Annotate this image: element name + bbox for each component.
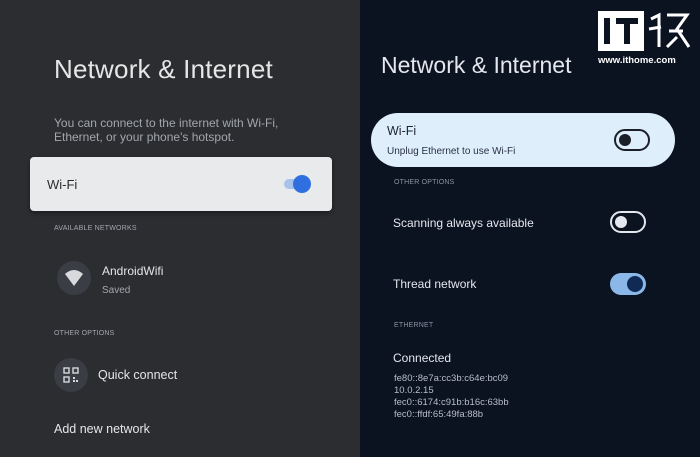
thread-network-label: Thread network — [393, 277, 477, 291]
wifi-label: Wi-Fi — [47, 177, 78, 192]
wifi-switch[interactable] — [282, 174, 314, 194]
page-title-right: Network & Internet — [381, 52, 572, 78]
thread-network-switch-thumb — [627, 276, 643, 292]
ethernet-address: fec0::6174:c91b:b16c:63bb — [394, 397, 509, 408]
ithome-logo: www.ithome.com — [598, 11, 692, 67]
other-options-header-right: OTHER OPTIONS — [394, 179, 455, 186]
qr-code-icon — [54, 358, 88, 392]
wifi-toggle-row[interactable]: Wi-Fi — [30, 157, 332, 211]
wifi-toggle-row-right[interactable]: Wi-Fi Unplug Ethernet to use Wi-Fi — [371, 113, 675, 167]
scanning-switch-thumb — [615, 216, 627, 228]
wifi-label-right: Wi-Fi — [387, 124, 417, 138]
ethernet-address: fec0::ffdf:65:49fa:88b — [394, 409, 484, 420]
scanning-switch[interactable] — [610, 211, 646, 233]
other-options-header: OTHER OPTIONS — [54, 330, 115, 337]
wifi-switch-thumb — [293, 175, 311, 193]
wifi-switch-right-thumb — [619, 134, 631, 146]
wifi-icon — [57, 261, 91, 295]
ethernet-address: fe80::8e7a:cc3b:c64e:bc09 — [394, 373, 509, 384]
left-settings-panel: Network & Internet You can connect to th… — [0, 0, 360, 457]
ethernet-status: Connected — [393, 351, 452, 365]
wifi-switch-right[interactable] — [614, 129, 650, 151]
network-name: AndroidWifi — [102, 264, 164, 278]
scanning-label: Scanning always available — [393, 216, 534, 230]
wifi-subtitle: Unplug Ethernet to use Wi-Fi — [387, 146, 516, 157]
network-status: Saved — [102, 285, 131, 296]
brand-seal-icon — [647, 11, 691, 51]
watermark-url: www.ithome.com — [598, 55, 676, 66]
right-settings-panel: Network & Internet Wi-Fi Unplug Ethernet… — [360, 0, 700, 457]
it-logo-icon — [598, 11, 644, 51]
thread-network-switch[interactable] — [610, 273, 646, 295]
ethernet-header: ETHERNET — [394, 322, 434, 329]
available-networks-header: AVAILABLE NETWORKS — [54, 225, 137, 232]
ethernet-address: 10.0.2.15 — [394, 385, 434, 396]
quick-connect-label: Quick connect — [98, 368, 178, 382]
add-new-network-button[interactable]: Add new network — [54, 422, 150, 436]
page-description: You can connect to the internet with Wi-… — [54, 116, 279, 144]
page-title: Network & Internet — [54, 54, 273, 84]
